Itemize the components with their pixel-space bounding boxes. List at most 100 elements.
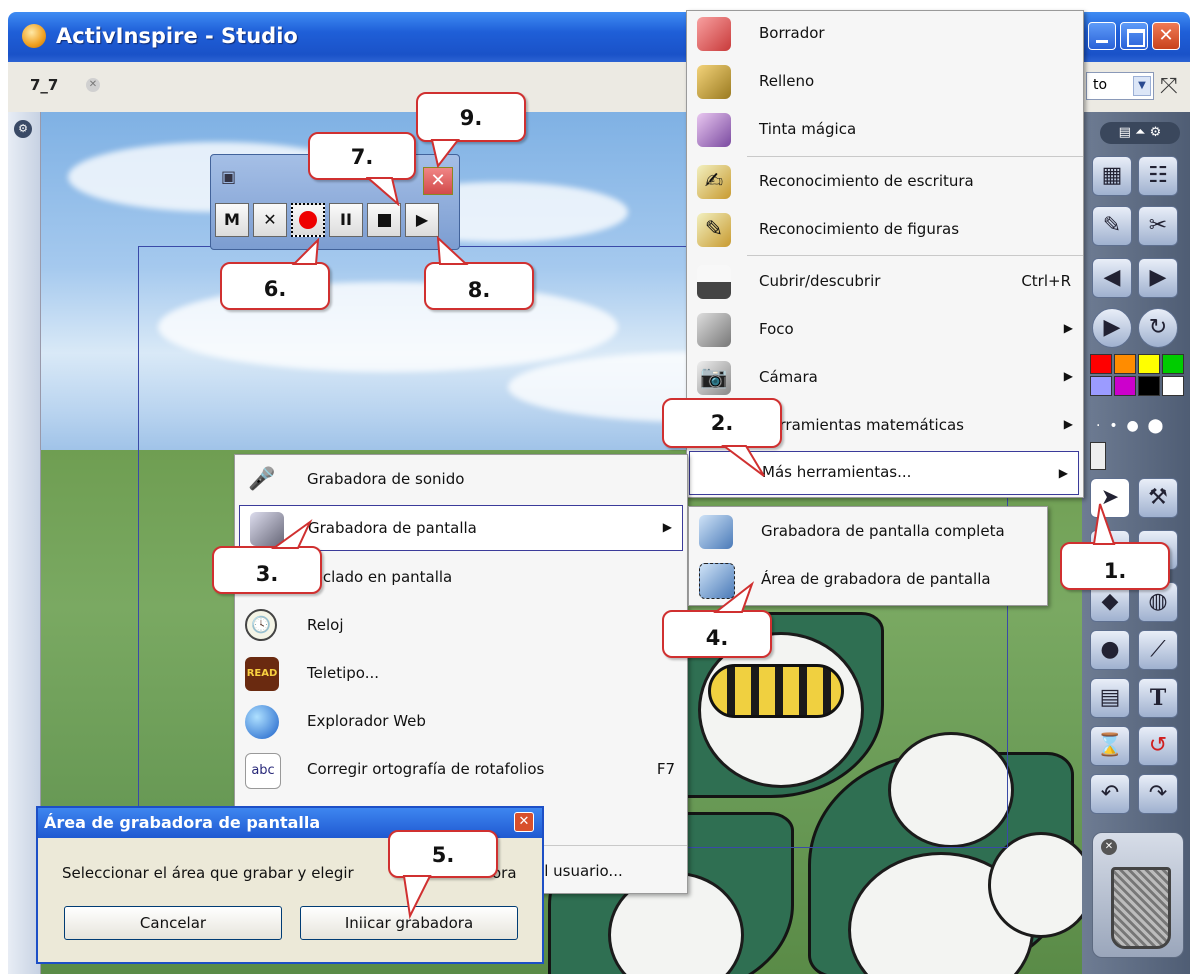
recorder-cancel-button[interactable]: ✕ [253,203,287,237]
reset-icon[interactable]: ↺ [1138,726,1178,766]
pen-width-dots[interactable]: · • ● ⬤ [1096,418,1163,434]
color-palette [1090,354,1186,400]
color-swatch[interactable] [1138,376,1160,396]
close-window-button[interactable]: ✕ [1152,22,1180,50]
menu-item-corregir-ortografia[interactable]: abc Corregir ortografía de rotafolios F7 [235,747,687,795]
close-icon: ✕ [518,814,530,829]
window-title: ActivInspire - Studio [56,24,298,48]
play-button[interactable]: ▶ [405,203,439,237]
recorder-close-button[interactable]: ✕ [423,167,453,195]
minimize-button[interactable] [1088,22,1116,50]
callout-4-pointer [713,581,755,613]
record-button[interactable] [291,203,325,237]
gear-icon[interactable]: ⚙ [14,120,32,138]
menu-item-grabadora-sonido[interactable]: 🎤 Grabadora de sonido [235,457,687,505]
previous-page-icon[interactable]: ◀ [1092,258,1132,298]
reveal-icon [697,265,731,299]
menu-item-grabadora-completa[interactable]: Grabadora de pantalla completa [689,509,1047,557]
pause-button[interactable]: II [329,203,363,237]
dialog-message: Seleccionar el área que grabar y elegir [62,864,354,882]
trash-bin[interactable]: ✕ [1092,832,1184,958]
menu-separator [747,255,1083,256]
zoom-value: to [1093,77,1108,93]
clapper-icon[interactable]: ▤ [1090,678,1130,718]
toolbox-gear-icon[interactable]: ⚙ [1150,125,1162,140]
color-swatch[interactable] [1162,376,1184,396]
color-swatch[interactable] [1162,354,1184,374]
color-swatch[interactable] [1138,354,1160,374]
handwriting-recognition-icon: ✍ [697,165,731,199]
maximize-button[interactable] [1120,22,1148,50]
toolbox-menu-icon[interactable]: ▤ [1119,125,1131,140]
globe-icon [245,705,279,739]
profile-icon[interactable]: ☷ [1138,156,1178,196]
callout-6: 6. [220,262,330,310]
trash-icon [1111,867,1171,949]
minimize-icon [1096,40,1108,43]
callout-2: 2. [662,398,782,448]
menu-item-tinta-magica[interactable]: Tinta mágica [687,107,1083,155]
undo-redo-icon[interactable]: ↻ [1138,308,1178,348]
dialog-close-button[interactable]: ✕ [514,812,534,832]
tools-wrench-icon[interactable]: ⚒ [1138,478,1178,518]
menu-item-reloj[interactable]: 🕓 Reloj [235,603,687,651]
close-icon: ✕ [1158,25,1174,46]
camcorder-icon: ▣ [221,167,237,186]
menu-item-foco[interactable]: Foco ▶ [687,307,1083,355]
submenu-arrow-icon: ▶ [1063,321,1073,335]
hourglass-icon[interactable]: ⌛ [1090,726,1130,766]
next-page-icon[interactable]: ▶ [1138,258,1178,298]
spellcheck-icon: abc [245,753,281,789]
callout-5-pointer [402,875,432,920]
menu-item-camara[interactable]: 📷 Cámara ▶ [687,355,1083,403]
color-swatch[interactable] [1090,354,1112,374]
tab-close-icon[interactable]: ✕ [86,78,100,92]
menu-item-borrador[interactable]: Borrador [687,11,1083,59]
ticker-icon: READ [245,657,279,691]
menu-item-teletipo[interactable]: READ Teletipo... [235,651,687,699]
shape-icon[interactable]: ● [1090,630,1130,670]
submenu-arrow-icon: ▶ [1063,417,1073,431]
maximize-icon [1127,29,1145,47]
toolbox-header: ▤ ⏶ ⚙ [1100,122,1180,144]
flipchart-icon[interactable]: ▦ [1092,156,1132,196]
document-tab[interactable]: 7_7 [30,76,58,94]
pen-icon[interactable]: ✎ [1092,206,1132,246]
submenu-arrow-icon: ▶ [1063,369,1073,383]
close-icon[interactable]: ✕ [1101,839,1117,855]
width-slider[interactable] [1090,442,1106,470]
menu-item-reconocimiento-figuras[interactable]: ✎ Reconocimiento de figuras [687,207,1083,255]
callout-8: 8. [424,262,534,310]
menu-item-cubrir-descubrir[interactable]: Cubrir/descubrir Ctrl+R [687,259,1083,307]
color-swatch[interactable] [1090,376,1112,396]
menu-item-reconocimiento-escritura[interactable]: ✍ Reconocimiento de escritura [687,159,1083,207]
clock-icon: 🕓 [245,609,277,641]
undo-icon[interactable]: ↶ [1090,774,1130,814]
magic-ink-icon [697,113,731,147]
camera-icon: 📷 [697,361,731,395]
paint-bucket-icon [697,65,731,99]
tools-icon[interactable]: ✂ [1138,206,1178,246]
fit-to-page-icon[interactable]: ⤧ [1160,74,1178,99]
stop-button[interactable] [367,203,401,237]
text-tool-icon[interactable]: T [1138,678,1178,718]
callout-4: 4. [662,610,772,658]
redo-icon[interactable]: ↷ [1138,774,1178,814]
recorder-menu-button[interactable]: M [215,203,249,237]
menu-separator [747,156,1083,157]
menu-item-explorador-web[interactable]: Explorador Web [235,699,687,747]
close-icon: ✕ [430,170,446,191]
callout-7: 7. [308,132,416,180]
record-dot-icon [299,211,317,229]
cancel-button[interactable]: Cancelar [64,906,282,940]
toolbox-up-icon[interactable]: ⏶ [1135,125,1145,140]
color-swatch[interactable] [1114,376,1136,396]
connector-icon[interactable]: ⟋ [1138,630,1178,670]
callout-1-pointer [1092,503,1116,545]
menu-item-relleno[interactable]: Relleno [687,59,1083,107]
callout-8-pointer [436,235,469,265]
chevron-down-icon: ▼ [1133,76,1151,96]
zoom-select[interactable]: to ▼ [1086,72,1154,100]
play-icon[interactable]: ▶ [1092,308,1132,348]
color-swatch[interactable] [1114,354,1136,374]
